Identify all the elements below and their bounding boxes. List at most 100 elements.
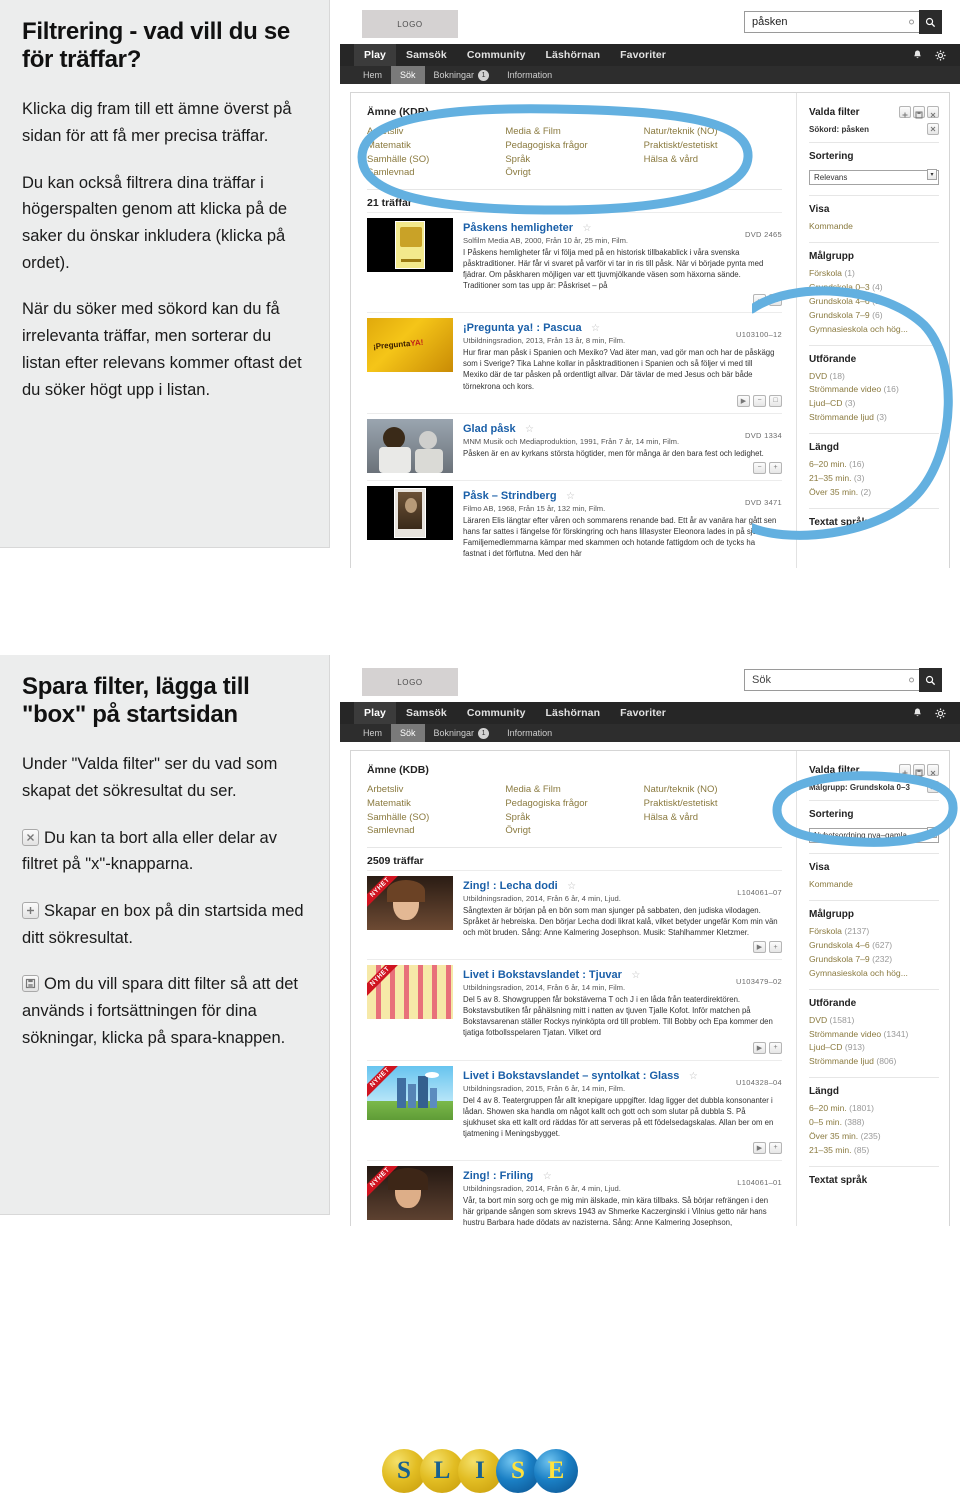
nav-item-community[interactable]: Community — [457, 44, 536, 66]
search-input[interactable]: Sök — [744, 669, 919, 691]
filter-item[interactable]: Strömmande ljud (3) — [809, 411, 939, 425]
nav-item-play[interactable]: Play — [354, 702, 396, 724]
favorite-star-icon[interactable]: ☆ — [689, 1071, 698, 1082]
filter-item[interactable]: Förskola (2137) — [809, 925, 939, 939]
nav-item-play[interactable]: Play — [354, 44, 396, 66]
plus-icon[interactable] — [899, 764, 911, 776]
save-icon[interactable] — [913, 106, 925, 119]
result-row[interactable]: NYHET Zing! : Lecha dodi ☆ Utbildningsra… — [367, 870, 782, 959]
subject-link[interactable]: Media & Film — [505, 125, 643, 139]
subnav-item-information[interactable]: Information — [498, 724, 561, 742]
nav-item-lashornan[interactable]: Läshörnan — [536, 44, 611, 66]
save-icon[interactable] — [913, 764, 925, 777]
filter-item[interactable]: Kommande — [809, 878, 939, 892]
filter-item[interactable]: 6–20 min. (1801) — [809, 1102, 939, 1116]
result-title[interactable]: Zing! : Lecha dodi — [463, 880, 558, 892]
subnav-item-bokningar[interactable]: Bokningar 1 — [425, 66, 499, 84]
nav-item-favoriter[interactable]: Favoriter — [610, 702, 676, 724]
search-clear-icon[interactable] — [909, 677, 914, 683]
close-icon[interactable] — [927, 781, 939, 793]
filter-item[interactable]: Gymnasieskola och hög... — [809, 323, 939, 337]
result-row[interactable]: NYHET Livet i Bokstavslandet : Tjuvar ☆ … — [367, 959, 782, 1059]
filter-item[interactable]: 6–20 min. (16) — [809, 458, 939, 472]
nav-item-lashornan[interactable]: Läshörnan — [536, 702, 611, 724]
result-thumbnail[interactable] — [367, 218, 453, 273]
subject-link[interactable]: Matematik — [367, 797, 505, 811]
subject-link[interactable]: Samhälle (SO) — [367, 153, 505, 167]
filter-item[interactable]: DVD (1581) — [809, 1014, 939, 1028]
sort-select[interactable]: Nyhetsordning nya–gamla — [809, 828, 939, 843]
subject-link[interactable]: Arbetsliv — [367, 125, 505, 139]
filter-item[interactable]: DVD (18) — [809, 370, 939, 384]
subject-link[interactable]: Språk — [505, 811, 643, 825]
filter-item[interactable]: Strömmande video (16) — [809, 383, 939, 397]
subject-link[interactable]: Matematik — [367, 139, 505, 153]
nav-item-samsok[interactable]: Samsök — [396, 44, 457, 66]
subject-link[interactable]: Natur/teknik (NO) — [644, 125, 782, 139]
minus-icon[interactable]: − — [753, 394, 766, 407]
subject-link[interactable]: Språk — [505, 153, 643, 167]
filter-item[interactable]: Grundskola 4–6 (627) — [809, 939, 939, 953]
subnav-item-sok[interactable]: Sök — [391, 66, 425, 84]
result-row[interactable]: Påsk – Strindberg ☆ Filmo AB, 1968, Från… — [367, 479, 782, 565]
favorite-star-icon[interactable]: ☆ — [591, 323, 600, 334]
result-title[interactable]: Påskens hemligheter — [463, 222, 573, 234]
filter-item[interactable]: Grundskola 4–6 (15) — [809, 295, 939, 309]
subnav-item-information[interactable]: Information — [498, 66, 561, 84]
subject-link[interactable]: Övrigt — [505, 166, 643, 180]
add-icon[interactable]: + — [769, 941, 782, 954]
subject-link[interactable]: Arbetsliv — [367, 783, 505, 797]
minus-icon[interactable]: − — [753, 294, 766, 307]
filter-item[interactable]: Strömmande video (1341) — [809, 1028, 939, 1042]
subject-link[interactable]: Pedagogiska frågor — [505, 139, 643, 153]
subnav-item-hem[interactable]: Hem — [354, 66, 391, 84]
subject-link[interactable]: Övrigt — [505, 824, 643, 838]
filter-item[interactable]: Förskola (1) — [809, 267, 939, 281]
favorite-star-icon[interactable]: ☆ — [567, 881, 576, 892]
play-icon[interactable]: ▶ — [753, 941, 766, 954]
favorite-star-icon[interactable]: ☆ — [631, 970, 640, 981]
filter-item[interactable]: Över 35 min. (2) — [809, 486, 939, 500]
close-icon[interactable] — [927, 106, 939, 118]
bell-icon[interactable] — [912, 707, 923, 719]
filter-item[interactable]: 21–35 min. (3) — [809, 472, 939, 486]
result-title[interactable]: Livet i Bokstavslandet – syntolkat : Gla… — [463, 1070, 679, 1082]
favorite-star-icon[interactable]: ☆ — [525, 424, 534, 435]
result-thumbnail[interactable]: NYHET — [367, 965, 453, 1020]
subject-link[interactable]: Samlevnad — [367, 166, 505, 180]
result-row[interactable]: Glad påsk ☆ MNM Musik och Mediaproduktio… — [367, 412, 782, 480]
play-icon[interactable]: ▶ — [753, 1141, 766, 1154]
result-title[interactable]: Zing! : Friling — [463, 1170, 533, 1182]
subject-link[interactable]: Praktiskt/estetiskt — [644, 797, 782, 811]
result-title[interactable]: Glad påsk — [463, 423, 516, 435]
result-title[interactable]: ¡Pregunta ya! : Pascua — [463, 322, 582, 334]
result-thumbnail[interactable]: NYHET — [367, 1065, 453, 1120]
search-input[interactable]: påsken — [744, 11, 919, 33]
filter-item[interactable]: Grundskola 7–9 (6) — [809, 309, 939, 323]
add-icon[interactable]: + — [769, 1041, 782, 1054]
subject-link[interactable]: Hälsa & vård — [644, 153, 782, 167]
filter-item[interactable]: 21–35 min. (85) — [809, 1144, 939, 1158]
filter-item[interactable]: Ljud–CD (913) — [809, 1041, 939, 1055]
subject-link[interactable]: Natur/teknik (NO) — [644, 783, 782, 797]
result-thumbnail[interactable]: NYHET — [367, 1165, 453, 1220]
subnav-item-sok[interactable]: Sök — [391, 724, 425, 742]
play-icon[interactable]: ▶ — [737, 394, 750, 407]
result-title[interactable]: Livet i Bokstavslandet : Tjuvar — [463, 969, 622, 981]
gear-icon[interactable] — [935, 707, 946, 719]
subnav-item-hem[interactable]: Hem — [354, 724, 391, 742]
close-icon[interactable] — [927, 123, 939, 135]
subnav-item-bokningar[interactable]: Bokningar 1 — [425, 724, 499, 742]
result-row[interactable]: NYHET Livet i Bokstavslandet – syntolkat… — [367, 1059, 782, 1160]
plus-icon[interactable] — [899, 106, 911, 118]
subject-link[interactable]: Samhälle (SO) — [367, 811, 505, 825]
nav-item-samsok[interactable]: Samsök — [396, 702, 457, 724]
filter-item[interactable]: Grundskola 0–3 (4) — [809, 281, 939, 295]
search-button[interactable] — [919, 668, 942, 692]
close-icon[interactable] — [927, 764, 939, 776]
subject-link[interactable]: Samlevnad — [367, 824, 505, 838]
result-thumbnail[interactable] — [367, 485, 453, 540]
filter-item[interactable]: Grundskola 7–9 (232) — [809, 953, 939, 967]
add-icon[interactable]: □ — [769, 294, 782, 307]
subject-link[interactable]: Hälsa & vård — [644, 811, 782, 825]
